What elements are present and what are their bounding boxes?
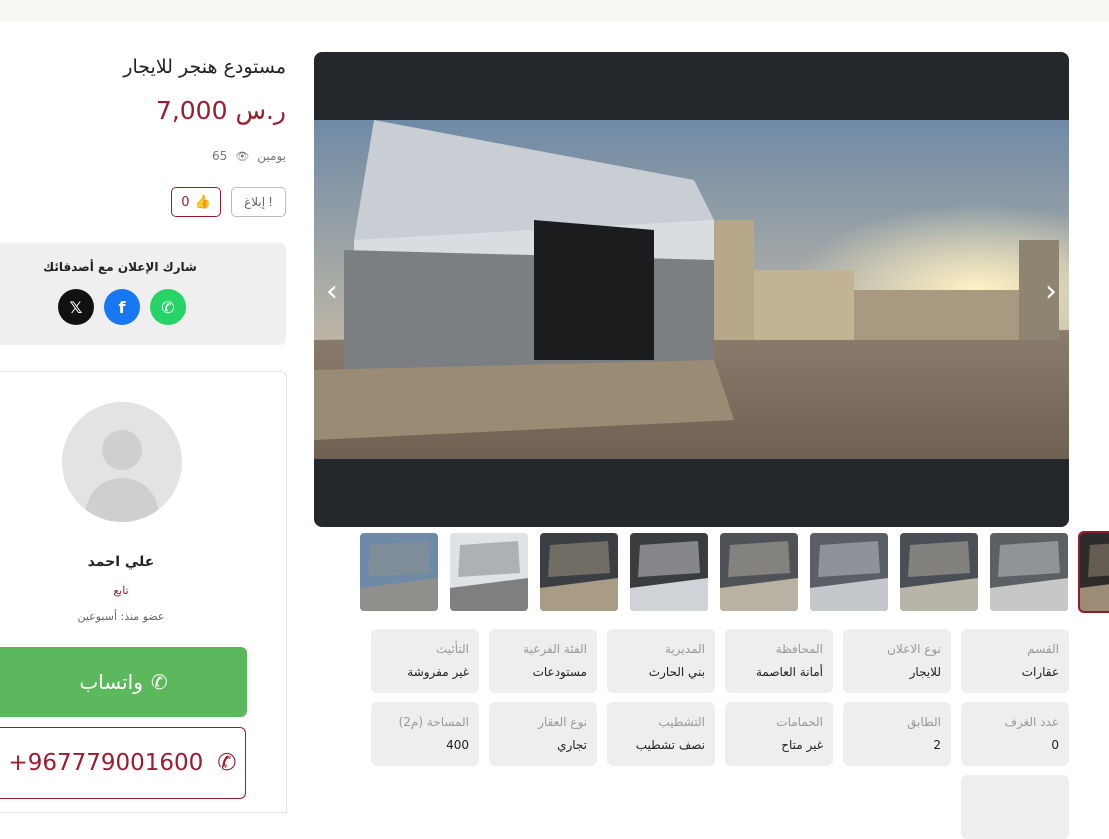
eye-icon: 👁 bbox=[235, 149, 250, 163]
listing-meta: يومين 👁 65 bbox=[212, 149, 286, 163]
gallery-thumbnail[interactable] bbox=[810, 533, 888, 611]
detail-value: بني الحارث bbox=[648, 665, 705, 679]
report-button[interactable]: ! إبلاغ bbox=[231, 187, 286, 217]
thumbs-up-icon: 👍 bbox=[194, 194, 211, 210]
detail-value: للايجار bbox=[909, 665, 941, 679]
previous-arrow-icon[interactable]: ‹ bbox=[320, 274, 344, 310]
avatar bbox=[62, 402, 182, 522]
seller-name[interactable]: علي احمد bbox=[0, 554, 242, 570]
gallery-thumbnail[interactable] bbox=[720, 533, 798, 611]
whatsapp-contact-button[interactable]: ✆ واتساب bbox=[0, 647, 247, 717]
detail-label: نوع العقار bbox=[538, 715, 587, 729]
listing-title: مستودع هنجر للايجار bbox=[123, 56, 286, 78]
image-gallery[interactable]: ‹ › bbox=[314, 52, 1069, 527]
detail-card: المحافظة أمانة العاصمة bbox=[725, 629, 833, 693]
facebook-share-icon[interactable]: f bbox=[104, 289, 140, 325]
like-button[interactable]: 0 👍 bbox=[171, 187, 221, 217]
view-count: 65 bbox=[212, 149, 228, 163]
seller-type: تابع bbox=[113, 584, 129, 597]
detail-label: التأثيث bbox=[435, 642, 469, 656]
exclamation-icon: ! bbox=[268, 195, 273, 209]
gallery-thumbnail[interactable] bbox=[990, 533, 1068, 611]
posted-time: يومين bbox=[257, 149, 286, 163]
thumbnail-strip bbox=[360, 531, 1109, 613]
detail-label: عدد الغرف bbox=[1004, 715, 1059, 729]
member-since: عضو منذ: أسبوعين bbox=[77, 610, 165, 623]
top-bar bbox=[0, 0, 1109, 22]
detail-value: غير مفروشة bbox=[407, 665, 469, 679]
gallery-thumbnail[interactable] bbox=[630, 533, 708, 611]
detail-card: نوع الاعلان للايجار bbox=[843, 629, 951, 693]
detail-card: الحمامات غير متاح bbox=[725, 702, 833, 766]
gallery-thumbnail[interactable] bbox=[1078, 531, 1109, 613]
detail-value: أمانة العاصمة bbox=[755, 665, 823, 679]
whatsapp-share-icon[interactable]: ✆ bbox=[150, 289, 186, 325]
share-title: شارك الإعلان مع أصدقائك bbox=[43, 260, 197, 274]
detail-label: المحافظة bbox=[775, 642, 823, 656]
report-label: إبلاغ bbox=[244, 195, 266, 209]
detail-label: القسم bbox=[1027, 642, 1059, 656]
detail-value: 400 bbox=[446, 738, 469, 752]
detail-card: التشطيب نصف تشطيب bbox=[607, 702, 715, 766]
detail-label: التشطيب bbox=[658, 715, 705, 729]
detail-value: 0 bbox=[1051, 738, 1059, 752]
detail-card bbox=[961, 775, 1069, 839]
main-photo[interactable] bbox=[314, 120, 1069, 459]
detail-value: عقارات bbox=[1021, 665, 1059, 679]
detail-value: تجاري bbox=[557, 738, 587, 752]
share-panel: شارك الإعلان مع أصدقائك 𝕏 f ✆ bbox=[0, 243, 286, 345]
phone-icon: ✆ bbox=[217, 750, 237, 776]
detail-value: غير متاح bbox=[781, 738, 823, 752]
listing-price: 7,000 ر.س bbox=[155, 96, 286, 125]
gallery-thumbnail[interactable] bbox=[450, 533, 528, 611]
whatsapp-icon: ✆ bbox=[150, 670, 168, 694]
detail-label: الفئة الفرعية bbox=[523, 642, 587, 656]
detail-card: التأثيث غير مفروشة bbox=[371, 629, 479, 693]
detail-label: الطابق bbox=[907, 715, 941, 729]
detail-label: المساحة (م2) bbox=[398, 715, 469, 729]
phone-button[interactable]: +967779001600 ✆ bbox=[0, 727, 246, 799]
detail-card: نوع العقار تجاري bbox=[489, 702, 597, 766]
detail-value: 2 bbox=[933, 738, 941, 752]
detail-card: المساحة (م2) 400 bbox=[371, 702, 479, 766]
detail-card: القسم عقارات bbox=[961, 629, 1069, 693]
gallery-thumbnail[interactable] bbox=[540, 533, 618, 611]
detail-card: الفئة الفرعية مستودعات bbox=[489, 629, 597, 693]
next-arrow-icon[interactable]: › bbox=[1039, 274, 1063, 310]
detail-card: المديرية بني الحارث bbox=[607, 629, 715, 693]
phone-number: +967779001600 bbox=[8, 750, 204, 776]
detail-value: مستودعات bbox=[532, 665, 587, 679]
x-share-icon[interactable]: 𝕏 bbox=[58, 289, 94, 325]
detail-card: عدد الغرف 0 bbox=[961, 702, 1069, 766]
gallery-thumbnail[interactable] bbox=[900, 533, 978, 611]
detail-value: نصف تشطيب bbox=[635, 738, 705, 752]
gallery-thumbnail[interactable] bbox=[360, 533, 438, 611]
detail-label: المديرية bbox=[665, 642, 705, 656]
like-count: 0 bbox=[181, 194, 190, 210]
whatsapp-label: واتساب bbox=[79, 670, 143, 694]
detail-label: نوع الاعلان bbox=[887, 642, 941, 656]
detail-label: الحمامات bbox=[776, 715, 823, 729]
detail-card: الطابق 2 bbox=[843, 702, 951, 766]
